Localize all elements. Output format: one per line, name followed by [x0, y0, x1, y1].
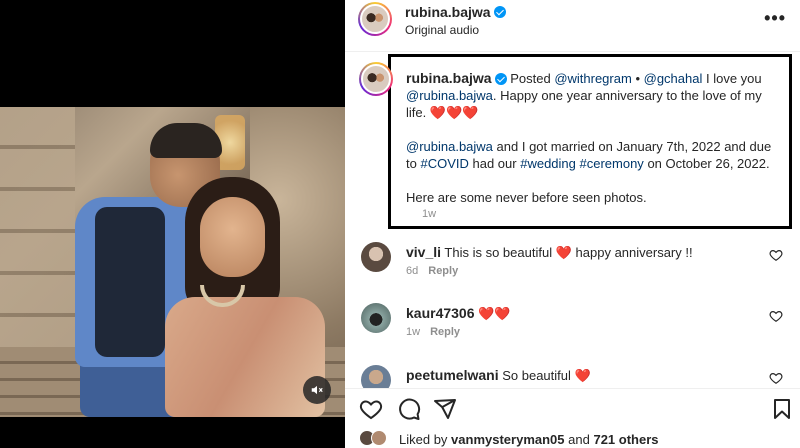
reply-button[interactable]: Reply	[428, 265, 458, 277]
post-header: rubina.bajwa Original audio •••	[345, 0, 800, 52]
comment-body-a: This is so beautiful	[444, 245, 553, 260]
share-icon[interactable]	[433, 397, 457, 421]
comment-body-a: So beautiful	[502, 368, 571, 383]
commenter-avatar[interactable]	[361, 242, 391, 272]
post-video[interactable]	[0, 107, 345, 417]
liker-avatars[interactable]	[359, 430, 393, 448]
bookmark-icon[interactable]	[770, 397, 794, 421]
heart-emoji-icon: ❤️❤️	[478, 306, 511, 321]
caption-username[interactable]: rubina.bajwa	[406, 70, 492, 86]
comment-timestamp[interactable]: 1w	[406, 326, 420, 338]
comment-like-heart-icon[interactable]	[769, 309, 783, 323]
woman-face	[200, 197, 265, 277]
mention-rubina-bajwa[interactable]: @rubina.bajwa	[406, 88, 493, 103]
comment-timestamp[interactable]: 6d	[406, 265, 418, 277]
more-options-button[interactable]: •••	[764, 8, 786, 29]
likes-and: and	[568, 432, 590, 447]
comment-body-b: happy anniversary !!	[575, 245, 693, 260]
comment-meta: 6d Reply	[406, 265, 458, 277]
post-panel: rubina.bajwa Original audio ••• rubina.b…	[345, 0, 800, 448]
heart-emoji-icon: ❤️	[555, 245, 572, 260]
verified-badge-icon	[493, 6, 506, 19]
likes-others-link[interactable]: 721 others	[593, 432, 658, 447]
author-username[interactable]: rubina.bajwa	[405, 4, 506, 20]
action-bar	[345, 388, 800, 428]
hashtag-covid[interactable]: #COVID	[420, 156, 468, 171]
woman-dress	[165, 297, 325, 417]
comment-text: kaur47306 ❤️❤️	[406, 305, 766, 322]
author-username-text[interactable]: rubina.bajwa	[405, 4, 491, 20]
author-avatar[interactable]	[358, 2, 392, 36]
liker-username[interactable]: vanmysteryman05	[451, 432, 564, 447]
audio-label[interactable]: Original audio	[405, 23, 479, 37]
commenter-username[interactable]: kaur47306	[406, 305, 475, 321]
post-media-area	[0, 0, 345, 448]
mute-button[interactable]	[303, 376, 331, 404]
commenter-username[interactable]: viv_li	[406, 244, 441, 260]
comment-icon[interactable]	[397, 397, 421, 421]
caption-author-avatar[interactable]	[359, 62, 393, 96]
caption-text: rubina.bajwa Posted @withregram • @gchah…	[406, 70, 776, 223]
hashtag-wedding[interactable]: #wedding	[520, 156, 576, 171]
liker-avatar	[371, 430, 387, 446]
likes-summary: Liked by vanmysteryman05 and 721 others	[399, 432, 659, 447]
commenter-avatar[interactable]	[361, 303, 391, 333]
bullet-separator: •	[635, 71, 640, 86]
caption-timestamp[interactable]: 1w	[422, 208, 436, 220]
heart-outline-icon[interactable]	[359, 397, 383, 421]
heart-emoji-icon: ❤️	[574, 368, 591, 383]
comment-meta: 1w Reply	[406, 326, 460, 338]
caption-p2-c: on October 26, 2022.	[647, 156, 770, 171]
posted-label: Posted	[510, 71, 551, 86]
woman-figure	[155, 177, 325, 417]
comment-like-heart-icon[interactable]	[769, 371, 783, 385]
heart-emoji-icon: ❤️❤️❤️	[429, 105, 479, 120]
liked-by-label: Liked by	[399, 432, 448, 447]
comment-item: kaur47306 ❤️❤️ 1w Reply	[361, 303, 791, 355]
comment-text: viv_li This is so beautiful ❤️ happy ann…	[406, 244, 766, 261]
speaker-muted-icon	[311, 385, 323, 395]
comment-like-heart-icon[interactable]	[769, 248, 783, 262]
caption-line1-a: I love you	[706, 71, 762, 86]
hashtag-ceremony[interactable]: #ceremony	[580, 156, 644, 171]
repost-handle-link[interactable]: @withregram	[554, 71, 632, 86]
commenter-username[interactable]: peetumelwani	[406, 367, 499, 383]
man-hair	[150, 123, 222, 158]
caption-p3: Here are some never before seen photos.	[406, 190, 647, 205]
comment-item: viv_li This is so beautiful ❤️ happy ann…	[361, 242, 791, 294]
caption-p2-b: had our	[472, 156, 517, 171]
mention-gchahal[interactable]: @gchahal	[644, 71, 703, 86]
comment-text: peetumelwani So beautiful ❤️	[406, 367, 766, 384]
reply-button[interactable]: Reply	[430, 326, 460, 338]
mention-rubina-bajwa-2[interactable]: @rubina.bajwa	[406, 139, 493, 154]
verified-badge-icon	[494, 72, 507, 85]
